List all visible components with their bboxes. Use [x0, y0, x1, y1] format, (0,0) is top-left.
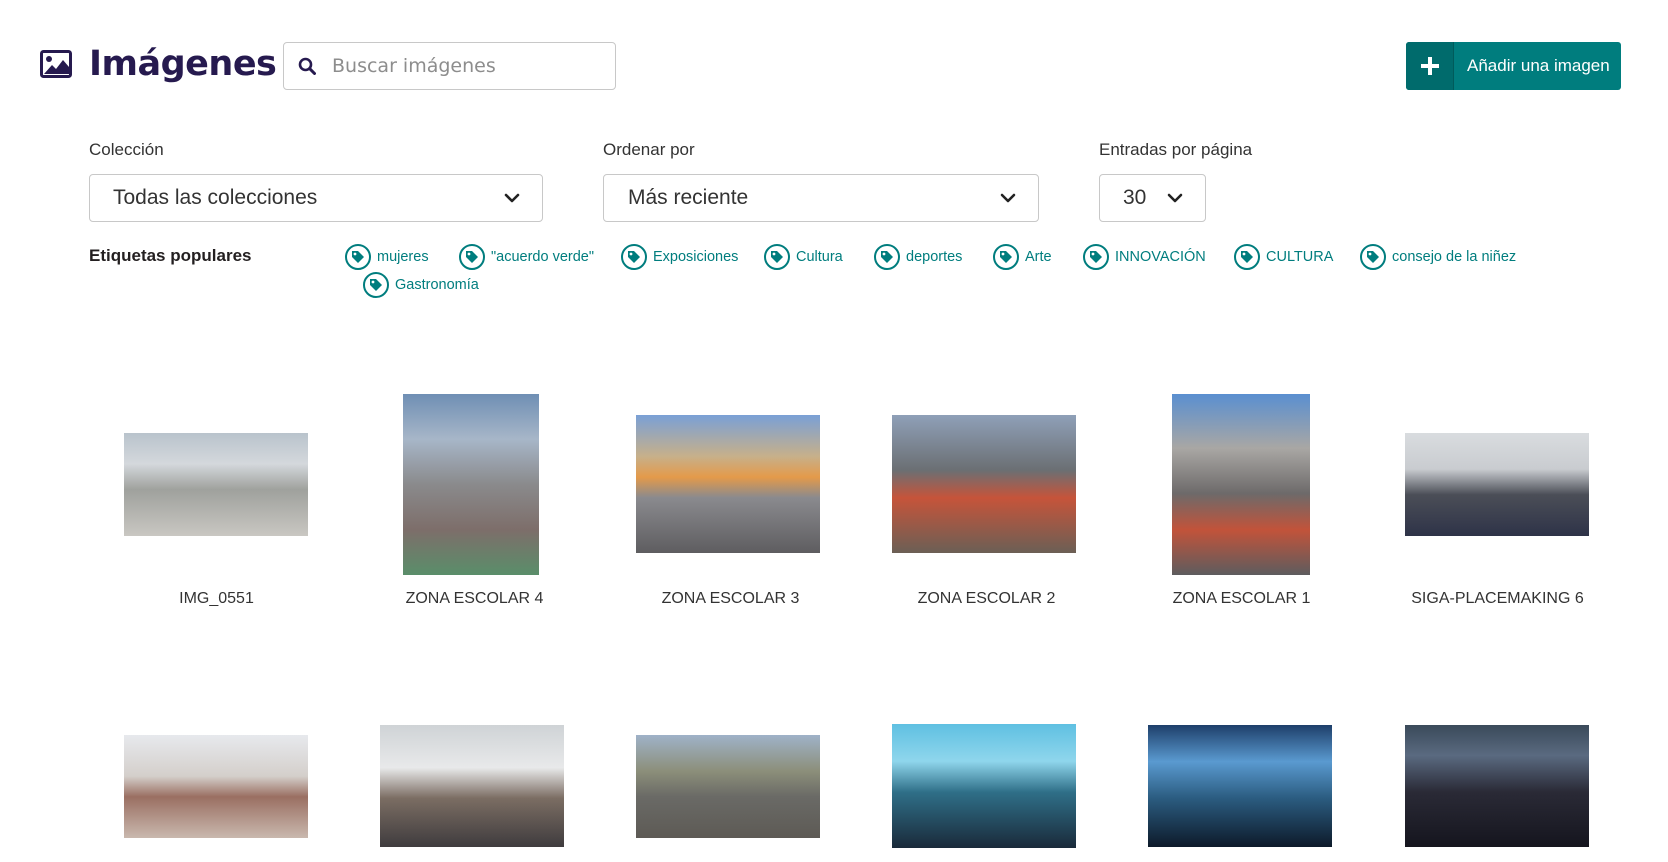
tag-icon: [1083, 244, 1109, 270]
image-title-link[interactable]: ZONA ESCOLAR 3: [603, 590, 858, 608]
collection-select-value: Todas las colecciones: [113, 186, 318, 209]
order-select-value: Más reciente: [628, 186, 749, 209]
tag-icon: [764, 244, 790, 270]
tag-label: CULTURA: [1266, 249, 1334, 265]
chevron-down-icon: [1167, 193, 1183, 203]
plus-icon: [1406, 42, 1454, 90]
add-image-button[interactable]: Añadir una imagen: [1406, 42, 1621, 90]
image-thumbnail[interactable]: [124, 433, 308, 536]
image-thumbnail[interactable]: [1148, 725, 1332, 847]
tag-icon: [363, 272, 389, 298]
tag-label: Cultura: [796, 249, 843, 265]
collection-label: Colección: [89, 140, 164, 159]
image-title-link[interactable]: ZONA ESCOLAR 1: [1114, 590, 1369, 608]
image-thumbnail[interactable]: [124, 735, 308, 838]
tag-link[interactable]: mujeres: [345, 244, 429, 270]
image-title-link[interactable]: IMG_0551: [89, 590, 344, 608]
tag-label: deportes: [906, 249, 963, 265]
search-input[interactable]: [332, 55, 602, 77]
tag-link[interactable]: Gastronomía: [363, 272, 479, 298]
tag-label: INNOVACIÓN: [1115, 249, 1206, 265]
image-title-link[interactable]: ZONA ESCOLAR 4: [347, 590, 602, 608]
image-thumbnail[interactable]: [1405, 433, 1589, 536]
image-thumbnail[interactable]: [1405, 725, 1589, 847]
image-thumbnail[interactable]: [403, 394, 539, 575]
tag-link[interactable]: Cultura: [764, 244, 843, 270]
tag-link[interactable]: Arte: [993, 244, 1052, 270]
image-thumbnail[interactable]: [380, 725, 564, 847]
tag-link[interactable]: Exposiciones: [621, 244, 738, 270]
tag-label: consejo de la niñez: [1392, 249, 1517, 265]
tag-icon: [1234, 244, 1260, 270]
chevron-down-icon: [1000, 193, 1016, 203]
page-title: Imágenes: [89, 44, 277, 84]
collection-select[interactable]: Todas las colecciones: [89, 174, 543, 222]
image-thumbnail[interactable]: [1172, 394, 1310, 575]
chevron-down-icon: [504, 193, 520, 203]
popular-tags-heading: Etiquetas populares: [89, 246, 252, 265]
add-image-label: Añadir una imagen: [1467, 56, 1610, 75]
tag-link[interactable]: INNOVACIÓN: [1083, 244, 1206, 270]
tag-label: "acuerdo verde": [491, 249, 594, 265]
tag-icon: [345, 244, 371, 270]
tag-icon: [621, 244, 647, 270]
image-thumbnail[interactable]: [892, 415, 1076, 553]
tag-label: Arte: [1025, 249, 1052, 265]
tag-label: Exposiciones: [653, 249, 739, 265]
order-select[interactable]: Más reciente: [603, 174, 1039, 222]
image-thumbnail[interactable]: [636, 735, 820, 838]
search-icon: [298, 57, 316, 75]
tag-label: Gastronomía: [395, 277, 479, 293]
tag-icon: [993, 244, 1019, 270]
search-box[interactable]: [283, 42, 616, 90]
image-icon: [40, 50, 72, 78]
per-page-select-value: 30: [1123, 186, 1147, 209]
order-label: Ordenar por: [603, 140, 695, 159]
per-page-select[interactable]: 30: [1099, 174, 1206, 222]
image-title-link[interactable]: SIGA-PLACEMAKING 6: [1370, 590, 1625, 608]
image-title-link[interactable]: ZONA ESCOLAR 2: [859, 590, 1114, 608]
tag-link[interactable]: consejo de la niñez: [1360, 244, 1516, 270]
tag-icon: [874, 244, 900, 270]
tag-link[interactable]: CULTURA: [1234, 244, 1333, 270]
tag-label: mujeres: [377, 249, 429, 265]
tag-link[interactable]: deportes: [874, 244, 962, 270]
tag-icon: [1360, 244, 1386, 270]
image-thumbnail[interactable]: [636, 415, 820, 553]
per-page-label: Entradas por página: [1099, 140, 1253, 159]
tag-icon: [459, 244, 485, 270]
image-thumbnail[interactable]: [892, 724, 1076, 848]
tag-link[interactable]: "acuerdo verde": [459, 244, 594, 270]
